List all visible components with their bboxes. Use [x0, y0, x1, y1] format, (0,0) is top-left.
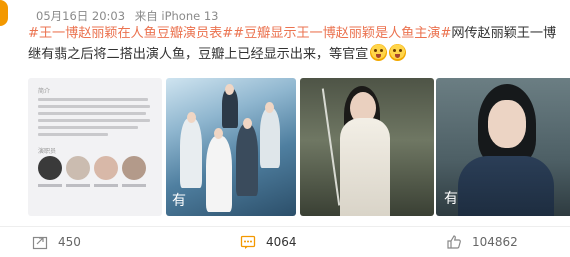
hashtag-link[interactable]: #王一博赵丽颖在人鱼豆瓣演员表#: [28, 26, 233, 41]
action-bar: 450 4064 104862: [0, 227, 570, 257]
post-body: #王一博赵丽颖在人鱼豆瓣演员表##豆瓣显示王一博赵丽颖是人鱼主演#网传赵丽颖王一…: [28, 24, 568, 65]
comment-button[interactable]: 4064: [240, 227, 297, 257]
photo-grid: 简介 演职员 有: [28, 78, 434, 216]
cast-avatar: [94, 156, 118, 180]
cast-avatar: [66, 156, 90, 180]
repost-icon: [32, 236, 48, 250]
post-meta: 05月16日 20:03 来自 iPhone 13: [36, 8, 225, 24]
like-count: 104862: [472, 235, 518, 249]
comment-icon: [240, 235, 256, 249]
user-avatar[interactable]: [0, 0, 8, 26]
photo-douban-cast-screenshot[interactable]: 简介 演职员: [28, 78, 162, 216]
comment-count: 4064: [266, 235, 297, 249]
hashtag-link[interactable]: #豆瓣显示王一博赵丽颖是人鱼主演#: [233, 26, 451, 41]
post-source: 来自 iPhone 13: [134, 9, 219, 23]
photo-actress-with-sword[interactable]: [300, 78, 434, 216]
post-date[interactable]: 05月16日 20:03: [36, 9, 125, 23]
thumbs-up-icon: [447, 235, 461, 249]
cast-avatar: [122, 156, 146, 180]
scream-emoji-icon: [389, 44, 407, 61]
card-section-label: 演职员: [38, 148, 57, 155]
scream-emoji-icon: [370, 44, 388, 61]
cast-avatar: [38, 156, 62, 180]
like-button[interactable]: 104862: [446, 227, 518, 257]
photo-actor-portrait[interactable]: 有: [436, 78, 570, 216]
poster-title: 有: [172, 193, 186, 209]
repost-button[interactable]: 450: [32, 227, 81, 257]
card-label: 简介: [38, 88, 51, 95]
photo-drama-poster[interactable]: 有: [166, 78, 296, 216]
poster-title: 有: [444, 191, 458, 207]
repost-count: 450: [58, 235, 81, 249]
